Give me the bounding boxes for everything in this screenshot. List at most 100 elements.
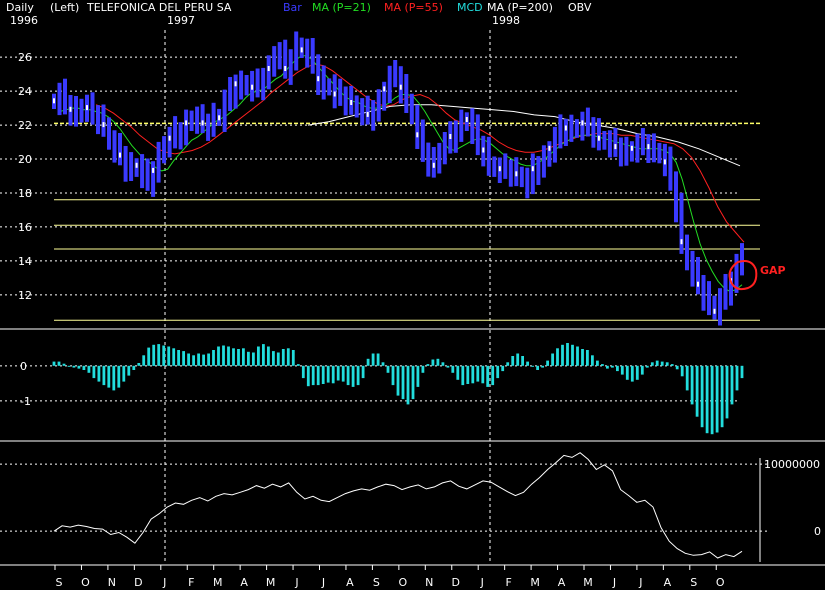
macd-bar — [276, 352, 280, 366]
price-bar — [79, 98, 84, 123]
macd-bar — [426, 364, 430, 366]
macd-bar — [167, 346, 171, 366]
price-tick-label: 24 — [18, 85, 32, 98]
macd-bar — [217, 346, 220, 366]
price-bar-close-tick — [251, 84, 254, 90]
month-label: A — [240, 576, 248, 589]
chart-stage: Daily (Left) TELEFONICA DEL PERU SA Bar MA (… — [0, 0, 825, 590]
price-bars — [52, 31, 744, 326]
macd-bar — [645, 365, 649, 368]
macd-bar — [306, 365, 310, 387]
macd-bar — [371, 353, 375, 366]
price-bar — [261, 67, 266, 101]
price-bar-close-tick — [548, 145, 551, 151]
macd-bar — [77, 365, 81, 369]
price-bar — [712, 295, 717, 320]
month-label: J — [294, 576, 298, 589]
macd-bar — [456, 365, 460, 380]
price-bar-close-tick — [152, 167, 155, 173]
macd-bar — [376, 353, 380, 366]
macd-bar — [401, 365, 405, 400]
price-bar — [277, 42, 282, 70]
macd-bar — [301, 365, 305, 379]
price-bar-close-tick — [53, 98, 55, 104]
macd-bar — [341, 365, 345, 382]
macd-bar — [112, 365, 116, 391]
macd-bar — [122, 365, 126, 382]
price-bar — [420, 119, 425, 162]
price-bar — [107, 117, 111, 150]
price-bar-close-tick — [168, 135, 171, 141]
price-bar — [591, 117, 596, 148]
macd-bar — [471, 365, 475, 384]
macd-bar — [62, 363, 66, 366]
price-bar — [651, 133, 656, 163]
macd-bar — [187, 353, 190, 366]
price-bar — [112, 130, 117, 163]
month-label: M — [266, 576, 276, 589]
macd-bar — [620, 365, 624, 375]
price-bar-close-tick — [201, 120, 204, 126]
macd-bar — [720, 365, 724, 428]
price-bar — [453, 120, 458, 153]
macd-bar — [242, 348, 245, 366]
price-bar — [657, 142, 662, 164]
macd-bar — [386, 365, 390, 373]
price-bar — [266, 55, 271, 90]
macd-bar — [321, 365, 325, 384]
price-bar-close-tick — [102, 122, 105, 128]
price-bar — [718, 288, 722, 326]
month-label: J — [321, 576, 325, 589]
macd-bar — [416, 365, 420, 387]
price-bar — [310, 38, 315, 74]
macd-bar — [52, 361, 56, 366]
month-label: A — [558, 576, 566, 589]
macd-bar — [267, 346, 270, 366]
price-bar-close-tick — [614, 144, 617, 150]
macd-bar — [197, 353, 200, 366]
macd-tick-label: 0 — [20, 360, 27, 373]
month-label: A — [664, 576, 672, 589]
price-bar — [162, 136, 167, 164]
macd-bar — [611, 365, 614, 368]
price-bar — [393, 60, 398, 88]
price-bar — [321, 65, 326, 100]
price-bar-close-tick — [697, 281, 699, 287]
macd-bar — [606, 365, 609, 369]
price-tick-label: 18 — [18, 187, 32, 200]
month-label: A — [346, 576, 354, 589]
price-bar — [492, 156, 497, 177]
macd-bar — [441, 362, 445, 366]
month-label: F — [505, 576, 511, 589]
price-bar-close-tick — [515, 171, 518, 177]
macd-bar — [640, 365, 644, 375]
price-bar — [332, 74, 337, 109]
price-bar — [547, 141, 552, 167]
price-bar — [696, 257, 700, 295]
price-bar — [365, 95, 370, 125]
price-bar — [178, 122, 183, 150]
macd-bar — [232, 348, 235, 366]
price-bar — [596, 118, 601, 151]
price-bar — [602, 131, 607, 150]
macd-bar — [366, 358, 370, 366]
price-bar — [123, 146, 128, 182]
price-tick-label: 14 — [18, 255, 32, 268]
price-bar — [707, 281, 711, 316]
macd-bar — [361, 365, 365, 379]
price-bar — [244, 75, 249, 96]
price-bar — [90, 92, 95, 125]
price-bar-close-tick — [498, 166, 501, 172]
price-bar — [206, 113, 211, 141]
price-bar — [305, 38, 310, 68]
price-bar — [228, 77, 233, 111]
macd-bar — [571, 344, 574, 366]
price-bar — [288, 49, 293, 85]
macd-bar — [735, 365, 739, 391]
macd-bar — [655, 360, 659, 366]
price-bar — [674, 171, 678, 223]
macd-bar — [481, 365, 485, 384]
month-label: N — [108, 576, 116, 589]
macd-tick-label: -1 — [20, 395, 31, 408]
macd-bar — [541, 365, 544, 368]
